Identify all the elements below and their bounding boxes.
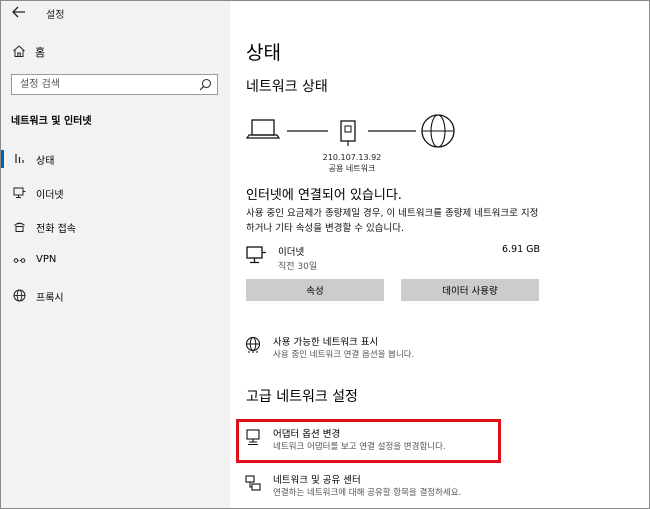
sidebar: 설정 홈 네트워크 및 인터넷 상태 이더넷 전화 접속 (0, 0, 230, 509)
show-networks-title: 사용 가능한 네트워크 표시 (273, 337, 379, 348)
ethernet-port-icon (340, 120, 356, 146)
connection-status-desc: 사용 중인 요금제가 종량제일 경우, 이 네트워크를 종량제 네트워크로 지정… (246, 208, 539, 234)
network-info: 210.107.13.92 공용 네트워크 (302, 152, 402, 174)
connection-name: 이더넷 (278, 247, 305, 258)
network-status-heading: 네트워크 상태 (246, 79, 328, 95)
sidebar-item-proxy[interactable]: 프록시 (0, 283, 230, 309)
sidebar-section-label: 네트워크 및 인터넷 (11, 116, 92, 127)
highlight-annotation (236, 419, 501, 463)
advanced-settings-heading: 고급 네트워크 설정 (246, 389, 358, 405)
sidebar-item-ethernet[interactable]: 이더넷 (0, 180, 230, 206)
sidebar-item-label: VPN (36, 254, 57, 265)
show-available-networks-link[interactable]: 사용 가능한 네트워크 표시 사용 중인 네트워크 연결 옵션을 봅니다. (244, 334, 544, 366)
internet-globe-icon (421, 114, 455, 148)
sidebar-item-vpn[interactable]: VPN (0, 248, 230, 274)
network-type: 공용 네트워크 (328, 164, 376, 173)
ethernet-icon (246, 246, 266, 264)
network-sharing-center-link[interactable]: 네트워크 및 공유 센터 연결하는 네트워크에 대해 공유할 항목을 결정하세요… (244, 472, 544, 504)
data-usage-amount: 6.91 GB (502, 244, 541, 255)
data-usage-button[interactable]: 데이터 사용량 (401, 279, 539, 301)
properties-button[interactable]: 속성 (246, 279, 384, 301)
sidebar-item-label: 이더넷 (36, 190, 64, 201)
back-arrow-icon[interactable] (10, 3, 28, 21)
sharing-center-title: 네트워크 및 공유 센터 (273, 475, 361, 486)
page-title: 상태 (246, 42, 281, 64)
app-title: 설정 (46, 10, 65, 21)
home-label: 홈 (35, 46, 46, 59)
search-icon[interactable] (199, 78, 212, 91)
laptop-icon (245, 119, 281, 139)
status-icon (15, 154, 24, 163)
connection-period: 직전 30일 (278, 262, 318, 272)
home-icon (13, 45, 25, 57)
search-input[interactable] (12, 75, 192, 94)
globe-icon (13, 289, 26, 302)
sidebar-item-label: 상태 (36, 156, 55, 167)
sidebar-home[interactable]: 홈 (0, 40, 230, 62)
ip-address: 210.107.13.92 (322, 153, 382, 162)
sidebar-item-label: 전화 접속 (36, 224, 76, 235)
vpn-icon (13, 258, 26, 263)
globe-network-icon (245, 336, 261, 353)
connection-status-title: 인터넷에 연결되어 있습니다. (246, 188, 402, 203)
show-networks-desc: 사용 중인 네트워크 연결 옵션을 봅니다. (273, 350, 415, 360)
sidebar-item-dialup[interactable]: 전화 접속 (0, 214, 230, 240)
title-bar: 설정 (0, 0, 230, 26)
sidebar-item-status[interactable]: 상태 (0, 146, 230, 172)
sidebar-item-label: 프록시 (36, 293, 64, 304)
sharing-center-icon (245, 475, 261, 491)
sharing-center-desc: 연결하는 네트워크에 대해 공유할 항목을 결정하세요. (273, 488, 462, 498)
dialup-icon (14, 222, 25, 232)
ethernet-icon (13, 187, 26, 198)
search-box (11, 74, 218, 95)
